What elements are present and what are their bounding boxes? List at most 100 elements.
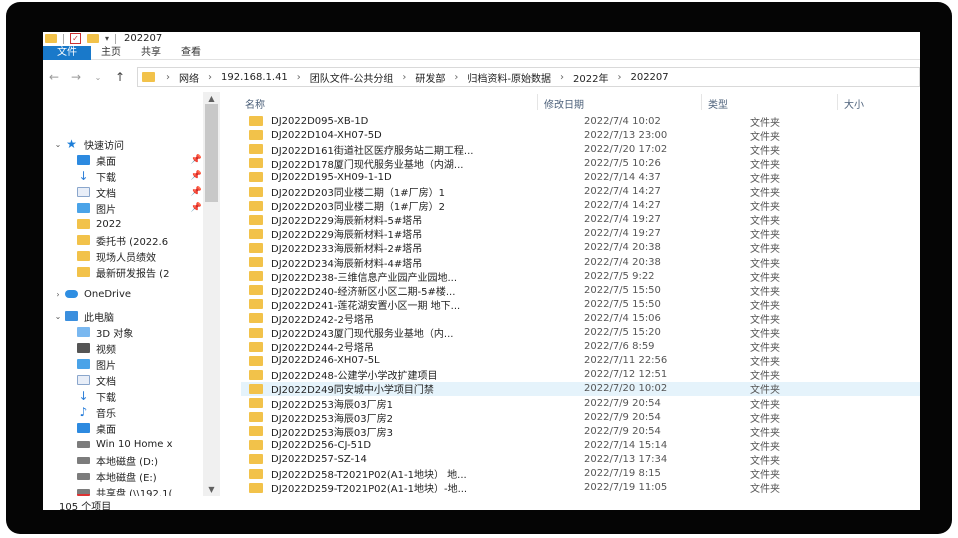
file-modified-date: 2022/7/9 20:54 — [584, 411, 661, 423]
file-row[interactable]: DJ2022D241-莲花湖安置小区一期 地下... 2022/7/5 15:50… — [241, 297, 920, 312]
chevron-down-icon[interactable]: ⌄ — [53, 140, 63, 149]
chevron-right-icon[interactable]: › — [397, 72, 411, 83]
chevron-down-icon[interactable]: ⌄ — [53, 312, 63, 321]
file-row[interactable]: DJ2022D256-CJ-51D 2022/7/14 15:14 文件夹 — [241, 438, 920, 453]
sidebar-item[interactable]: 2022 — [43, 216, 208, 232]
chevron-right-icon[interactable]: › — [161, 72, 175, 83]
file-row[interactable]: DJ2022D244-2号塔吊 2022/7/6 8:59 文件夹 — [241, 340, 920, 354]
sidebar-item[interactable]: ⌄ 此电脑 — [43, 308, 208, 324]
tab-share[interactable]: 共享 — [131, 46, 171, 60]
sidebar-item[interactable]: 最新研发报告 (2 — [43, 264, 208, 280]
chevron-right-icon[interactable]: › — [53, 290, 63, 299]
breadcrumb-year[interactable]: 2022年 — [569, 70, 612, 85]
file-row[interactable]: DJ2022D253海辰03厂房3 2022/7/9 20:54 文件夹 — [241, 424, 920, 439]
file-row[interactable]: DJ2022D095-XB-1D 2022/7/4 10:02 文件夹 — [241, 114, 920, 129]
address-bar[interactable]: › 网络 › 192.168.1.41 › 团队文件-公共分组 › 研发部 › … — [137, 67, 920, 87]
column-divider[interactable] — [701, 94, 702, 110]
breadcrumb-host[interactable]: 192.168.1.41 — [217, 72, 292, 83]
breadcrumb-archive[interactable]: 归档资料-原始数据 — [463, 70, 555, 85]
sidebar-item[interactable]: 现场人员绩效 — [43, 248, 208, 264]
tab-home[interactable]: 主页 — [91, 46, 131, 60]
file-row[interactable]: DJ2022D203同业楼二期（1#厂房）1 2022/7/4 14:27 文件夹 — [241, 185, 920, 199]
file-row[interactable]: DJ2022D243厦门现代服务业基地（内... 2022/7/5 15:20 文件… — [241, 326, 920, 340]
up-arrow-icon[interactable]: ↑ — [109, 70, 131, 84]
breadcrumb-month[interactable]: 202207 — [626, 72, 672, 83]
sidebar-item[interactable]: ↓ 下载 — [43, 388, 208, 404]
sidebar-item[interactable]: ⌄ ★ 快速访问 — [43, 136, 208, 152]
properties-icon[interactable]: ✓ — [70, 33, 81, 44]
breadcrumb-share[interactable]: 团队文件-公共分组 — [306, 70, 398, 85]
forward-arrow-icon[interactable]: → — [65, 70, 87, 84]
file-row[interactable]: DJ2022D203同业楼二期（1#厂房）2 2022/7/4 14:27 文件夹 — [241, 199, 920, 213]
tab-file[interactable]: 文件 — [43, 46, 91, 60]
sidebar-item[interactable]: Win 10 Home x — [43, 436, 208, 452]
file-row[interactable]: DJ2022D242-2号塔吊 2022/7/4 15:06 文件夹 — [241, 311, 920, 326]
breadcrumb-department[interactable]: 研发部 — [411, 70, 449, 85]
file-row[interactable]: DJ2022D195-XH09-1-1D 2022/7/14 4:37 文件夹 — [241, 170, 920, 185]
folder-icon — [77, 251, 90, 261]
sidebar-item[interactable]: 文档 — [43, 372, 208, 388]
file-name: DJ2022D260-2区1364日 — [271, 494, 537, 496]
breadcrumb-network[interactable]: 网络 — [175, 70, 203, 85]
chevron-right-icon[interactable]: › — [203, 72, 217, 83]
tab-view[interactable]: 查看 — [171, 46, 211, 60]
sidebar-item[interactable]: ♪ 音乐 — [43, 404, 208, 420]
scrollbar-thumb[interactable] — [205, 104, 218, 202]
quick-access-dropdown-icon[interactable]: ▾ — [105, 34, 109, 43]
sidebar-item[interactable]: › OneDrive — [43, 286, 208, 302]
file-row[interactable]: DJ2022D234海辰新材料-4#塔吊 2022/7/4 20:38 文件夹 — [241, 255, 920, 270]
file-row[interactable]: DJ2022D257-SZ-14 2022/7/13 17:34 文件夹 — [241, 452, 920, 467]
file-modified-date: 2022/7/5 15:20 — [584, 327, 661, 338]
sidebar-item[interactable]: 桌面 — [43, 420, 208, 436]
sidebar-item[interactable]: 图片 — [43, 356, 208, 372]
file-row[interactable]: DJ2022D248-公建学小学改扩建项目 2022/7/12 12:51 文件夹 — [241, 368, 920, 382]
back-arrow-icon[interactable]: ← — [43, 70, 65, 84]
column-header-name[interactable]: 名称 — [245, 96, 265, 111]
file-row[interactable]: DJ2022D246-XH07-5L 2022/7/11 22:56 文件夹 — [241, 354, 920, 368]
scroll-up-icon[interactable]: ▲ — [203, 94, 220, 103]
file-row[interactable]: DJ2022D238-三维信息产业园产业园地... 2022/7/5 9:22 文件… — [241, 269, 920, 284]
file-row[interactable]: DJ2022D260-2区1364日2022/7/19 11:05文件夹 — [241, 495, 920, 496]
chevron-right-icon[interactable]: › — [449, 72, 463, 83]
column-header-type[interactable]: 类型 — [708, 96, 728, 111]
column-header-size[interactable]: 大小 — [844, 96, 864, 111]
column-divider[interactable] — [837, 94, 838, 110]
file-row[interactable]: DJ2022D253海辰03厂房1 2022/7/9 20:54 文件夹 — [241, 396, 920, 411]
file-row[interactable]: DJ2022D233海辰新材料-2#塔吊 2022/7/4 20:38 文件夹 — [241, 241, 920, 255]
file-row[interactable]: DJ2022D229海辰新材料-1#塔吊 2022/7/4 19:27 文件夹 — [241, 227, 920, 241]
column-divider[interactable] — [537, 94, 538, 110]
sidebar-item[interactable]: 图片 📌 — [43, 200, 208, 216]
sidebar-item[interactable]: 视频 — [43, 340, 208, 356]
file-row[interactable]: DJ2022D178厦门现代服务业基地（内湖... 2022/7/5 10:26 文… — [241, 156, 920, 171]
sidebar-item[interactable]: 委托书 (2022.6 — [43, 232, 208, 248]
file-row[interactable]: DJ2022D240-经济新区小区二期-5#楼... 2022/7/5 15:50… — [241, 283, 920, 298]
sidebar-item[interactable]: ↓ 下载 📌 — [43, 168, 208, 184]
file-row[interactable]: DJ2022D104-XH07-5D 2022/7/13 23:00 文件夹 — [241, 128, 920, 143]
chevron-right-icon[interactable]: › — [612, 72, 626, 83]
sidebar-item[interactable]: 本地磁盘 (E:) — [43, 468, 208, 484]
folder-icon — [249, 285, 263, 296]
sidebar-item[interactable]: 桌面 📌 — [43, 152, 208, 168]
sidebar-item[interactable]: 3D 对象 — [43, 324, 208, 340]
recent-locations-chevron-icon[interactable]: ⌄ — [87, 73, 109, 82]
chevron-right-icon[interactable]: › — [292, 72, 306, 83]
file-type: 文件夹 — [750, 202, 780, 214]
file-row[interactable]: DJ2022D249同安城中小学项目门禁 2022/7/20 10:02 文件夹 — [241, 381, 920, 396]
column-header-date[interactable]: 修改日期 — [544, 96, 584, 111]
drive-icon — [77, 440, 90, 448]
new-folder-icon[interactable] — [87, 34, 99, 43]
file-row[interactable]: DJ2022D161街道社区医疗服务站二期工程... 2022/7/20 17:0… — [241, 142, 920, 157]
scroll-down-icon[interactable]: ▼ — [203, 485, 220, 494]
chevron-right-icon[interactable]: › — [555, 72, 569, 83]
file-row[interactable]: DJ2022D259-T2021P02(A1-1地块）-地... 2022/7/1… — [241, 481, 920, 495]
file-modified-date: 2022/7/4 15:06 — [584, 312, 661, 324]
file-row[interactable]: DJ2022D258-T2021P02(A1-1地块） 地... 2022/7/1… — [241, 467, 920, 481]
sidebar-item[interactable]: 本地磁盘 (D:) — [43, 452, 208, 468]
sidebar-item[interactable]: 文档 📌 — [43, 184, 208, 200]
file-row[interactable]: DJ2022D253海辰03厂房2 2022/7/9 20:54 文件夹 — [241, 410, 920, 425]
file-row[interactable]: DJ2022D229海辰新材料-5#塔吊 2022/7/4 19:27 文件夹 — [241, 213, 920, 227]
sidebar-item[interactable]: 共享盘 (\\192.1( — [43, 484, 208, 496]
navigation-pane-scrollbar[interactable]: ▲ ▼ — [203, 92, 220, 496]
file-type: 文件夹 — [750, 484, 780, 496]
file-type: 文件夹 — [750, 230, 780, 242]
